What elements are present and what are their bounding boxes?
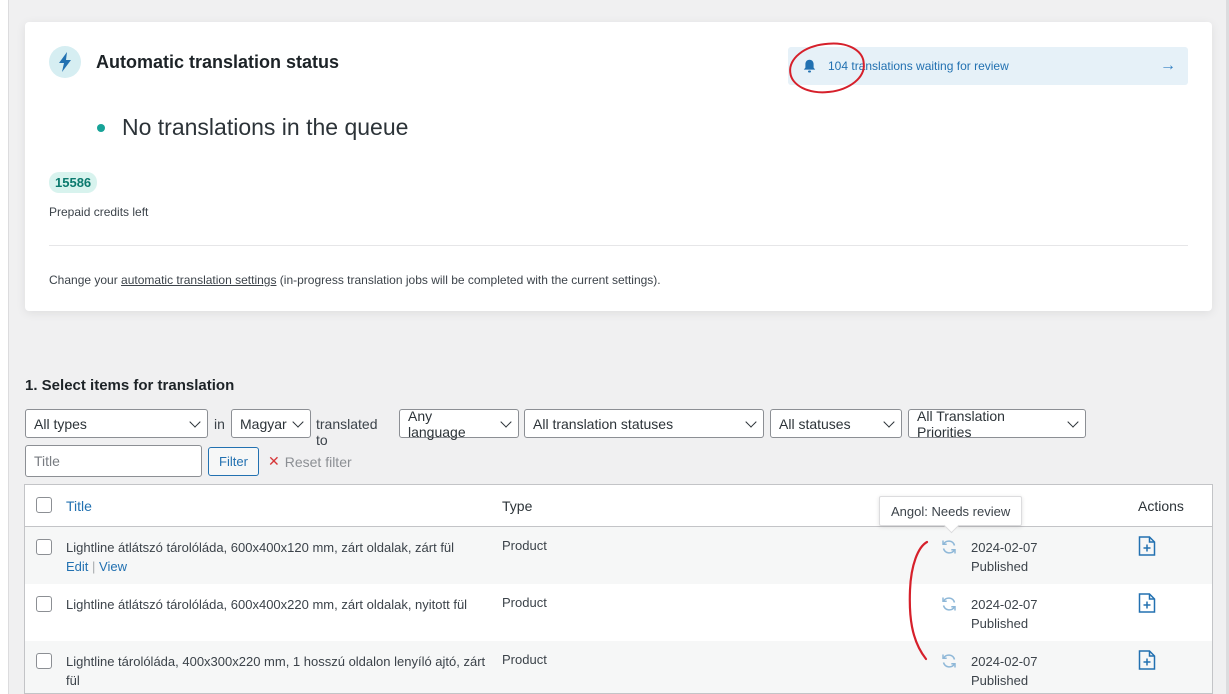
status-title: Automatic translation status [96, 52, 340, 72]
queue-status-text: No translations in the queue [122, 114, 409, 140]
column-header-title[interactable]: Title [66, 498, 92, 514]
annotation-stroke [908, 540, 929, 661]
refresh-icon[interactable] [940, 595, 958, 618]
row-date: 2024-02-07 [971, 540, 1038, 555]
translation-status-value: All translation statuses [533, 415, 674, 432]
close-icon: ✕ [268, 453, 280, 469]
target-language-value: Any language [408, 407, 466, 440]
settings-prefix: Change your [49, 273, 122, 287]
filter-button[interactable]: Filter [208, 447, 259, 476]
row-type: Product [502, 595, 547, 610]
automatic-translation-settings-link[interactable]: automatic translation settings [121, 273, 276, 287]
in-label: in [214, 416, 225, 432]
table-row: Lightline tárolóláda, 400x300x220 mm, 1 … [25, 641, 1212, 693]
row-actions-separator: | [92, 559, 96, 574]
status-dot-icon [97, 123, 105, 132]
status-tooltip: Angol: Needs review [879, 496, 1023, 526]
table-row: Lightline átlátszó tárolóláda, 600x400x2… [25, 584, 1212, 641]
chevron-down-icon [292, 416, 304, 428]
add-document-icon[interactable] [1138, 650, 1156, 675]
type-select[interactable]: All types [25, 409, 208, 438]
edit-link[interactable]: Edit [66, 559, 88, 574]
row-type: Product [502, 538, 547, 553]
row-date-status: 2024-02-07 Published [971, 595, 1038, 633]
row-checkbox[interactable] [36, 596, 52, 612]
translation-items-table: Title Type Actions Lightline átlátszó tá… [24, 484, 1213, 694]
section-heading: 1. Select items for translation [25, 377, 235, 394]
view-link[interactable]: View [99, 559, 127, 574]
credits-label: Prepaid credits left [49, 205, 149, 219]
title-search-input[interactable] [25, 445, 202, 477]
row-title: Lightline tárolóláda, 400x300x220 mm, 1 … [66, 654, 486, 688]
row-status: Published [971, 673, 1029, 688]
post-status-value: All statuses [779, 415, 851, 432]
target-language-select[interactable]: Any language [399, 407, 519, 440]
row-checkbox[interactable] [36, 653, 52, 669]
chevron-down-icon [189, 416, 201, 428]
column-header-type: Type [502, 498, 533, 514]
row-date: 2024-02-07 [971, 597, 1038, 612]
table-row: Lightline átlátszó tárolóláda, 600x400x1… [25, 527, 1212, 584]
row-status: Published [971, 559, 1029, 574]
queue-status: No translations in the queue [97, 114, 408, 141]
row-checkbox[interactable] [36, 539, 52, 555]
add-document-icon[interactable] [1138, 536, 1156, 561]
refresh-icon[interactable] [940, 538, 958, 561]
row-actions: Edit | View [66, 559, 127, 574]
row-date-status: 2024-02-07 Published [971, 538, 1038, 576]
chevron-down-icon [1067, 416, 1079, 428]
row-title: Lightline átlátszó tárolóláda, 600x400x1… [66, 540, 455, 555]
reset-filter-label: Reset filter [284, 453, 352, 470]
priority-value: All Translation Priorities [917, 407, 1005, 440]
reset-filter-link[interactable]: ✕ Reset filter [268, 453, 352, 470]
add-document-icon[interactable] [1138, 593, 1156, 618]
source-language-select[interactable]: Magyar [231, 409, 311, 438]
translation-status-select[interactable]: All translation statuses [524, 409, 764, 438]
table-header: Title Type Actions [25, 485, 1212, 527]
refresh-icon[interactable] [940, 652, 958, 675]
settings-suffix: (in-progress translation jobs will be co… [276, 273, 661, 287]
left-rail [0, 0, 9, 694]
chevron-down-icon [500, 416, 512, 428]
chevron-down-icon [745, 416, 757, 428]
divider [49, 245, 1188, 246]
type-select-value: All types [34, 415, 87, 432]
row-date: 2024-02-07 [971, 654, 1038, 669]
translated-to-label: translated to [316, 416, 378, 448]
row-date-status: 2024-02-07 Published [971, 652, 1038, 690]
row-status: Published [971, 616, 1029, 631]
source-language-value: Magyar [240, 415, 287, 432]
post-status-select[interactable]: All statuses [770, 409, 902, 438]
chevron-down-icon [883, 416, 895, 428]
column-header-actions: Actions [1138, 498, 1184, 514]
automatic-translation-status-card: Automatic translation status No translat… [25, 22, 1212, 311]
priority-select[interactable]: All Translation Priorities [908, 407, 1086, 440]
select-all-checkbox[interactable] [36, 497, 52, 513]
bolt-icon [49, 46, 81, 78]
arrow-right-icon: → [1160, 57, 1176, 74]
row-title: Lightline átlátszó tárolóláda, 600x400x2… [66, 597, 468, 612]
credits-badge: 15586 [49, 172, 98, 193]
settings-note: Change your automatic translation settin… [49, 273, 661, 287]
row-type: Product [502, 652, 547, 667]
